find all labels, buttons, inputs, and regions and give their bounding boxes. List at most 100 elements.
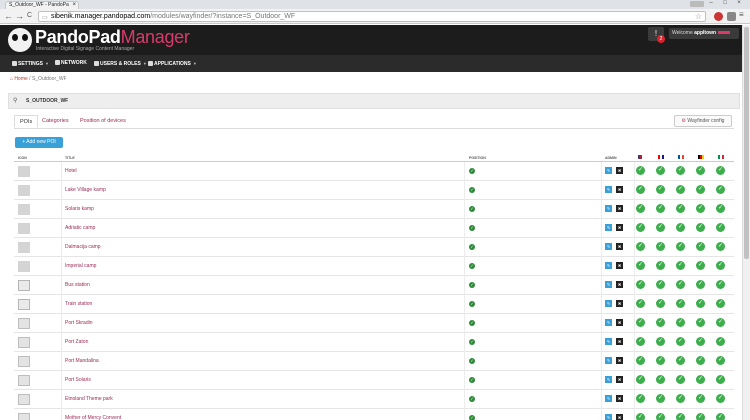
close-window-icon[interactable]: × <box>732 0 746 6</box>
tab-pois[interactable]: POIs <box>14 115 39 128</box>
translation-fr-check-icon[interactable]: ✓ <box>676 356 685 365</box>
translation-it-check-icon[interactable]: ✓ <box>716 356 725 365</box>
nav-settings[interactable]: SETTINGS ▼ <box>12 55 49 72</box>
translation-en-check-icon[interactable]: ✓ <box>636 375 645 384</box>
translation-de-check-icon[interactable]: ✓ <box>696 223 705 232</box>
translation-en-check-icon[interactable]: ✓ <box>636 242 645 251</box>
translation-hr-check-icon[interactable]: ✓ <box>656 356 665 365</box>
translation-hr-check-icon[interactable]: ✓ <box>656 318 665 327</box>
translation-en-check-icon[interactable]: ✓ <box>636 223 645 232</box>
translation-de-check-icon[interactable]: ✓ <box>696 318 705 327</box>
nav-users-roles[interactable]: USERS & ROLES ▼ <box>94 55 147 72</box>
edit-button[interactable]: ✎ <box>605 300 612 307</box>
reload-icon[interactable]: C <box>27 12 32 19</box>
edit-button[interactable]: ✎ <box>605 167 612 174</box>
translation-en-check-icon[interactable]: ✓ <box>636 318 645 327</box>
translation-hr-check-icon[interactable]: ✓ <box>656 242 665 251</box>
nav-applications[interactable]: APPLICATIONS ▼ <box>148 55 197 72</box>
browser-menu-icon[interactable]: ≡ <box>739 10 744 19</box>
poi-title-link[interactable]: Hotel <box>65 168 77 174</box>
edit-button[interactable]: ✎ <box>605 281 612 288</box>
translation-hr-check-icon[interactable]: ✓ <box>656 375 665 384</box>
translation-fr-check-icon[interactable]: ✓ <box>676 280 685 289</box>
translation-hr-check-icon[interactable]: ✓ <box>656 280 665 289</box>
translation-it-check-icon[interactable]: ✓ <box>716 166 725 175</box>
translation-de-check-icon[interactable]: ✓ <box>696 375 705 384</box>
tab-position-of-devices[interactable]: Position of devices <box>75 115 131 128</box>
back-icon[interactable]: ← <box>4 11 13 21</box>
translation-de-check-icon[interactable]: ✓ <box>696 394 705 403</box>
translation-de-check-icon[interactable]: ✓ <box>696 242 705 251</box>
translation-fr-check-icon[interactable]: ✓ <box>676 318 685 327</box>
translation-en-check-icon[interactable]: ✓ <box>636 204 645 213</box>
translation-de-check-icon[interactable]: ✓ <box>696 166 705 175</box>
translation-de-check-icon[interactable]: ✓ <box>696 185 705 194</box>
translation-fr-check-icon[interactable]: ✓ <box>676 375 685 384</box>
poi-title-link[interactable]: Bus station <box>65 282 90 288</box>
translation-de-check-icon[interactable]: ✓ <box>696 299 705 308</box>
nav-network[interactable]: NETWORK <box>55 55 87 72</box>
translation-it-check-icon[interactable]: ✓ <box>716 261 725 270</box>
translation-en-check-icon[interactable]: ✓ <box>636 280 645 289</box>
translation-fr-check-icon[interactable]: ✓ <box>676 223 685 232</box>
translation-fr-check-icon[interactable]: ✓ <box>676 413 685 420</box>
app-logo[interactable]: PandoPadManager <box>35 27 190 47</box>
delete-button[interactable]: ✖ <box>616 414 623 420</box>
poi-title-link[interactable]: Etnoland Theme park <box>65 396 113 402</box>
edit-button[interactable]: ✎ <box>605 376 612 383</box>
delete-button[interactable]: ✖ <box>616 281 623 288</box>
delete-button[interactable]: ✖ <box>616 338 623 345</box>
translation-en-check-icon[interactable]: ✓ <box>636 261 645 270</box>
scrollbar-thumb[interactable] <box>744 27 749 259</box>
poi-title-link[interactable]: Adriatic camp <box>65 225 95 231</box>
edit-button[interactable]: ✎ <box>605 186 612 193</box>
poi-title-link[interactable]: Train station <box>65 301 92 307</box>
translation-it-check-icon[interactable]: ✓ <box>716 204 725 213</box>
translation-hr-check-icon[interactable]: ✓ <box>656 223 665 232</box>
bookmark-star-icon[interactable]: ☆ <box>695 12 702 22</box>
translation-hr-check-icon[interactable]: ✓ <box>656 204 665 213</box>
browser-profile-chip[interactable] <box>690 1 704 7</box>
forward-icon[interactable]: → <box>15 11 24 21</box>
delete-button[interactable]: ✖ <box>616 243 623 250</box>
translation-it-check-icon[interactable]: ✓ <box>716 318 725 327</box>
edit-button[interactable]: ✎ <box>605 262 612 269</box>
translation-hr-check-icon[interactable]: ✓ <box>656 394 665 403</box>
translation-hr-check-icon[interactable]: ✓ <box>656 413 665 420</box>
poi-title-link[interactable]: Port Zaton <box>65 339 88 345</box>
translation-de-check-icon[interactable]: ✓ <box>696 413 705 420</box>
translation-it-check-icon[interactable]: ✓ <box>716 413 725 420</box>
translation-de-check-icon[interactable]: ✓ <box>696 280 705 289</box>
translation-en-check-icon[interactable]: ✓ <box>636 413 645 420</box>
poi-title-link[interactable]: Dalmacija camp <box>65 244 101 250</box>
edit-button[interactable]: ✎ <box>605 205 612 212</box>
poi-title-link[interactable]: Port Mandalina <box>65 358 99 364</box>
edit-button[interactable]: ✎ <box>605 357 612 364</box>
translation-fr-check-icon[interactable]: ✓ <box>676 204 685 213</box>
extension-opera-icon[interactable] <box>714 12 723 21</box>
delete-button[interactable]: ✖ <box>616 205 623 212</box>
translation-en-check-icon[interactable]: ✓ <box>636 356 645 365</box>
delete-button[interactable]: ✖ <box>616 357 623 364</box>
poi-title-link[interactable]: Lake Village kamp <box>65 187 106 193</box>
minimize-icon[interactable]: – <box>704 0 718 6</box>
translation-hr-check-icon[interactable]: ✓ <box>656 299 665 308</box>
breadcrumb-home[interactable]: ⌂ Home <box>10 76 28 82</box>
translation-fr-check-icon[interactable]: ✓ <box>676 337 685 346</box>
user-menu[interactable]: Welcome appltown <box>669 28 739 39</box>
translation-it-check-icon[interactable]: ✓ <box>716 223 725 232</box>
translation-it-check-icon[interactable]: ✓ <box>716 242 725 251</box>
translation-en-check-icon[interactable]: ✓ <box>636 166 645 175</box>
edit-button[interactable]: ✎ <box>605 395 612 402</box>
translation-fr-check-icon[interactable]: ✓ <box>676 299 685 308</box>
tab-categories[interactable]: Categories <box>37 115 74 128</box>
translation-it-check-icon[interactable]: ✓ <box>716 280 725 289</box>
translation-de-check-icon[interactable]: ✓ <box>696 356 705 365</box>
translation-de-check-icon[interactable]: ✓ <box>696 204 705 213</box>
poi-title-link[interactable]: Port Skradin <box>65 320 93 326</box>
translation-en-check-icon[interactable]: ✓ <box>636 299 645 308</box>
delete-button[interactable]: ✖ <box>616 376 623 383</box>
poi-title-link[interactable]: Solaris kamp <box>65 206 94 212</box>
translation-hr-check-icon[interactable]: ✓ <box>656 337 665 346</box>
maximize-icon[interactable]: □ <box>718 0 732 6</box>
